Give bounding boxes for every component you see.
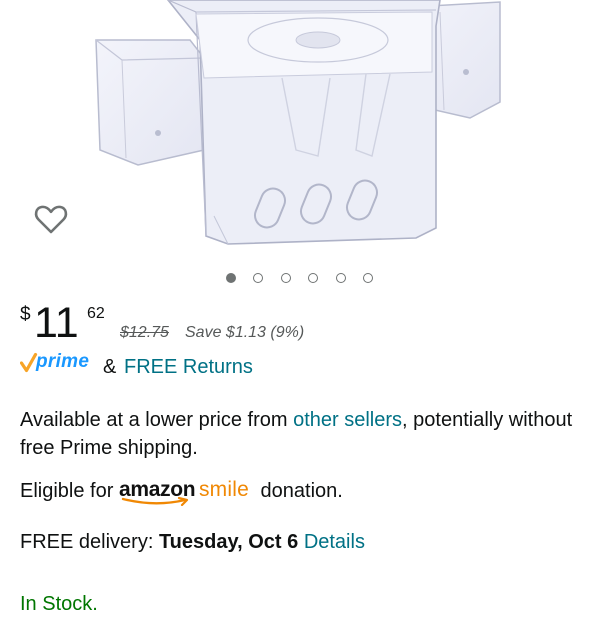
carousel-dot-1[interactable]	[226, 273, 236, 283]
price-whole: 11	[34, 299, 79, 347]
lower-price-prefix: Available at a lower price from	[20, 409, 294, 431]
other-sellers-link[interactable]: other sellers	[293, 409, 402, 431]
image-carousel-dots	[0, 272, 600, 288]
prime-logo: prime	[36, 351, 90, 372]
delivery-date: Tuesday, Oct 6	[158, 531, 299, 553]
carousel-dot-2[interactable]	[253, 273, 263, 283]
carousel-dot-5[interactable]	[336, 273, 346, 283]
ampersand-text: &	[103, 356, 117, 378]
product-image[interactable]	[0, 0, 600, 262]
smile-prefix: Eligible for	[20, 480, 114, 502]
amazonsmile-eligibility: Eligible for amazon smile donation.	[20, 477, 343, 506]
price-currency-symbol: $	[20, 304, 31, 325]
list-price: $12.75	[120, 324, 169, 341]
smile-suffix: donation.	[260, 480, 343, 502]
other-sellers-notice: Available at a lower price from other se…	[20, 406, 590, 462]
heart-outline-icon[interactable]	[33, 201, 69, 237]
carousel-dot-3[interactable]	[281, 273, 291, 283]
amazonsmile-logo-smile: smile	[198, 478, 249, 501]
carousel-dot-6[interactable]	[363, 273, 373, 283]
stock-status: In Stock.	[20, 593, 98, 615]
smile-arrow-icon	[121, 497, 189, 506]
free-returns-link[interactable]: FREE Returns	[124, 356, 253, 379]
delivery-info: FREE delivery: Tuesday, Oct 6 Details	[20, 528, 365, 556]
delivery-details-link[interactable]: Details	[304, 531, 365, 553]
savings-text: Save $1.13 (9%)	[185, 324, 305, 341]
amazonsmile-logo: amazon smile	[119, 477, 255, 506]
carousel-dot-4[interactable]	[308, 273, 318, 283]
delivery-prefix: FREE delivery:	[20, 531, 159, 553]
price-fraction: 62	[87, 305, 105, 322]
